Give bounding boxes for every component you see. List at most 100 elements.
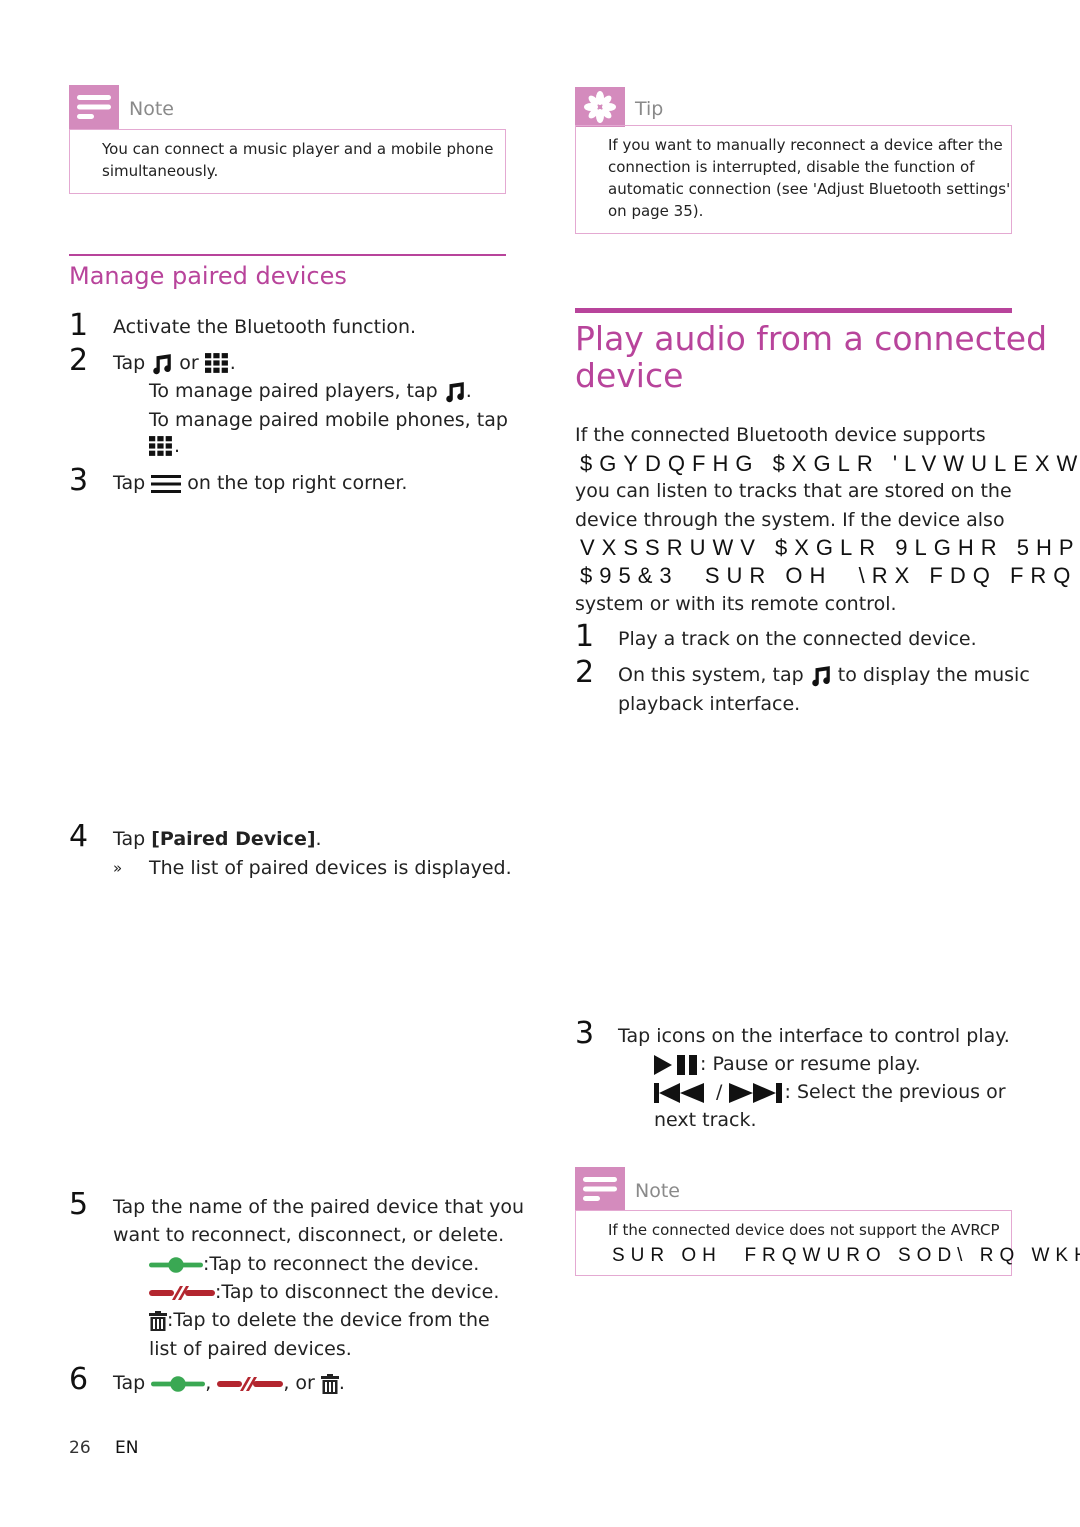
step-text-part: . [174,435,181,457]
section-title: Manage paired devices [69,262,347,290]
step-text-part: :Tap to delete the device from the [167,1309,490,1331]
music-icon [810,665,832,687]
note-lines-icon [575,1167,625,1211]
note-text-line: You can connect a music player and a mob… [102,140,494,158]
music-icon [151,353,173,375]
language-label: EN [115,1438,139,1458]
step-result: The list of paired devices is displayed. [149,857,512,879]
menu-label-paired-device: [Paired Device] [151,828,316,850]
step-text-part: , or [283,1372,315,1394]
step-subtext: To manage paired players, tap . [149,377,472,406]
step-text-part: Tap [113,352,146,374]
step-subtext: next track. [654,1109,757,1131]
step-text: Tap icons on the interface to control pl… [618,1025,1010,1047]
menu-icon [151,474,181,494]
note-callout-header: Note [575,1167,680,1211]
note-label: Note [635,1180,680,1202]
step-text: Tap the name of the paired device that y… [113,1196,525,1218]
step-number: 1 [69,308,89,343]
tip-text-line: automatic connection (see 'Adjust Blueto… [608,180,1011,198]
garbled-text: VXSSRUWV $XGLR 9LGHR 5HP [580,535,1080,560]
note-lines-icon [69,85,119,129]
step-number: 6 [69,1362,89,1397]
step-number: 5 [69,1187,89,1222]
step-text-part: . [338,1372,345,1394]
intro-text: If the connected Bluetooth device suppor… [575,424,986,446]
tip-text-line: connection is interrupted, disable the f… [608,158,975,176]
step-number: 3 [69,463,89,498]
step-text-part: To manage paired players, tap [149,380,438,402]
step-subtext: :Tap to disconnect the device. [149,1278,499,1307]
step-number: 3 [575,1016,595,1051]
intro-text: system or with its remote control. [575,593,897,615]
step-number: 1 [575,619,595,654]
step-number: 4 [69,819,89,854]
step-text-part: or [179,352,199,374]
step-text: playback interface. [618,693,801,715]
step-text-part: Tap [113,1372,146,1394]
step-text-part: Tap [113,828,146,850]
step-subtext: . [149,432,180,461]
step-text-part: to display the music [837,664,1030,686]
note-callout-header: Note [69,85,174,129]
disconnect-icon [149,1283,215,1303]
grid-icon [205,353,230,374]
previous-track-icon [654,1083,710,1103]
step-text-part: Tap [113,472,146,494]
step-text-part: on the top right corner. [187,472,408,494]
intro-text: you can listen to tracks that are stored… [575,480,1012,502]
step-text-part: / [716,1081,723,1103]
chapter-title-line: device [575,356,684,395]
music-icon [444,381,466,403]
connect-icon [151,1374,205,1394]
connect-icon [149,1255,203,1275]
note-label: Note [129,98,174,120]
result-marker: » [113,859,123,877]
step-text-part: : Select the previous or [784,1081,1006,1103]
disconnect-icon [217,1374,283,1394]
step-text: Activate the Bluetooth function. [113,316,417,338]
step-subtext: :Tap to delete the device from the [149,1306,490,1335]
garbled-text: SUR OH FRQWURO SOD\ RQ WKH FF [612,1245,1080,1266]
step-subtext: / : Select the previous or [654,1078,1006,1107]
step-number: 2 [575,655,595,690]
step-text-part: :Tap to reconnect the device. [203,1253,480,1275]
tip-text-line: on page 35). [608,202,704,220]
step-text-part: On this system, tap [618,664,804,686]
note-text-line: If the connected device does not support… [608,1221,1000,1239]
step-text: Tap [Paired Device]. [113,825,322,854]
trash-icon [321,1374,339,1394]
step-text-part: , [205,1372,212,1394]
tip-text-line: If you want to manually reconnect a devi… [608,136,1003,154]
step-text: Play a track on the connected device. [618,628,977,650]
step-subtext: To manage paired mobile phones, tap [149,409,508,431]
step-subtext: :Tap to reconnect the device. [149,1250,479,1279]
garbled-text: $95&3 SUR OH \RX FDQ FRQ [580,563,1078,588]
step-number: 2 [69,343,89,378]
next-track-icon [729,1083,785,1103]
step-text-part: . [465,380,472,402]
section-divider [69,254,506,256]
step-text: Tap on the top right corner. [113,469,407,498]
tip-label: Tip [635,98,664,120]
intro-text: device through the system. If the device… [575,509,1005,531]
step-subtext: : Pause or resume play. [654,1050,921,1079]
grid-icon [149,436,174,457]
play-pause-icon [654,1055,700,1075]
step-text-part: . [315,828,322,850]
step-subtext: list of paired devices. [149,1338,352,1360]
chapter-title-line: Play audio from a connected [575,319,1048,358]
note-box: You can connect a music player and a mob… [69,129,506,194]
step-text-part: : Pause or resume play. [700,1053,921,1075]
garbled-text: $GYDQFHG $XGLR 'LVWULEXW [580,451,1080,476]
page-number: 26 [69,1438,91,1458]
asterisk-icon [575,87,625,127]
step-text: want to reconnect, disconnect, or delete… [113,1224,505,1246]
step-text: Tap or . [113,349,236,378]
step-text-part: :Tap to disconnect the device. [215,1281,500,1303]
tip-box: If you want to manually reconnect a devi… [575,125,1012,234]
note-text-line: simultaneously. [102,162,219,180]
step-text: Tap , , or . [113,1369,345,1398]
step-text: On this system, tap to display the music [618,661,1030,690]
section-divider-thick [575,308,1012,313]
